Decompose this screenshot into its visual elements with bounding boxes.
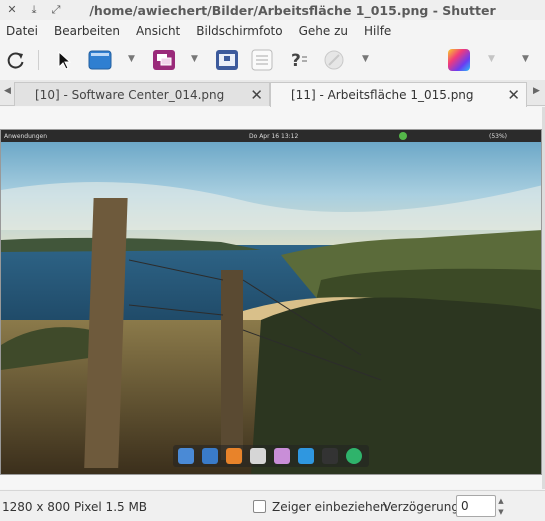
menu-bearbeiten[interactable]: Bearbeiten [54, 24, 120, 38]
list-icon [251, 49, 273, 71]
help-capture-button[interactable]: ? [286, 48, 310, 72]
dock-download-icon [298, 448, 314, 464]
tooltip-capture-button[interactable] [250, 48, 274, 72]
dock-app-icon [178, 448, 194, 464]
include-cursor-checkbox[interactable] [253, 500, 266, 513]
selection-cursor-icon [58, 50, 72, 70]
menu-capture-button[interactable] [215, 48, 239, 72]
desktop-capture-button[interactable] [88, 48, 112, 72]
tab-arbeitsflaeche[interactable]: [11] - Arbeitsfläche 1_015.png ✕ [270, 82, 527, 107]
delay-label: Verzögerung: [383, 500, 464, 514]
svg-text:?: ? [291, 51, 301, 71]
more-dropdown-icon[interactable]: ▼ [522, 54, 529, 64]
menu-gehe-zu[interactable]: Gehe zu [299, 24, 348, 38]
edit-palette-icon [448, 49, 470, 71]
refresh-icon [7, 52, 24, 69]
dock-update-icon [346, 448, 362, 464]
window-title: /home/awiechert/Bilder/Arbeitsfläche 1_0… [89, 2, 496, 18]
selection-button[interactable] [52, 48, 76, 72]
desktop-screen-icon [88, 50, 112, 70]
dock-files-icon [274, 448, 290, 464]
delay-value: 0 [461, 499, 469, 513]
spin-down-icon[interactable]: ▼ [498, 508, 503, 516]
status-bar: 1280 x 800 Pixel 1.5 MB Zeiger einbezieh… [0, 490, 545, 521]
minimize-window-icon[interactable]: ⤓ [28, 3, 40, 17]
image-viewer[interactable]: Anwendungen Do Apr 16 13:12 (53%) [0, 107, 545, 489]
window-capture-icon [153, 50, 175, 70]
screenshot-preview: Anwendungen Do Apr 16 13:12 (53%) [0, 129, 542, 475]
tooltip-question-icon: ? [291, 51, 307, 71]
image-size-info: 1280 x 800 Pixel 1.5 MB [2, 500, 148, 514]
window-capture-dropdown-icon[interactable]: ▼ [191, 54, 198, 64]
dock-browser-icon [226, 448, 242, 464]
landscape-image [1, 130, 541, 474]
toolbar-separator [38, 50, 39, 70]
tab-software-center[interactable]: [10] - Software Center_014.png ✕ [14, 82, 270, 106]
edit-button[interactable] [447, 48, 471, 72]
disabled-tool-button[interactable] [322, 48, 346, 72]
tab-scroll-left-icon[interactable]: ◀ [4, 86, 11, 96]
menu-capture-icon [216, 50, 238, 70]
menu-datei[interactable]: Datei [6, 24, 38, 38]
tab-label: [10] - Software Center_014.png [35, 87, 225, 102]
panel-status-icon [399, 132, 407, 140]
menu-bar: Datei Bearbeiten Ansicht Bildschirmfoto … [0, 20, 545, 42]
menu-ansicht[interactable]: Ansicht [136, 24, 180, 38]
desktop-top-panel: Anwendungen Do Apr 16 13:12 (53%) [1, 130, 541, 142]
include-cursor-label[interactable]: Zeiger einbeziehen [272, 500, 388, 514]
dock-terminal-icon [322, 448, 338, 464]
disabled-circle-icon [324, 50, 344, 70]
close-icon[interactable]: ✕ [250, 86, 263, 104]
dock-software-icon [250, 448, 266, 464]
tab-label: [11] - Arbeitsfläche 1_015.png [291, 88, 474, 102]
window-capture-button[interactable] [152, 48, 176, 72]
panel-clock-label: Do Apr 16 13:12 [249, 132, 299, 140]
spin-up-icon[interactable]: ▲ [498, 497, 503, 505]
tab-bar: ◀ [10] - Software Center_014.png ✕ [11] … [0, 80, 545, 107]
delay-spinbox-buttons[interactable]: ▲ ▼ [496, 495, 506, 517]
export-disabled-icon: ▼ [488, 54, 495, 64]
desktop-capture-dropdown-icon[interactable]: ▼ [128, 54, 135, 64]
maximize-window-icon[interactable]: ⤢ [50, 3, 62, 17]
tab-scroll-right-icon[interactable]: ▶ [533, 86, 540, 96]
delay-spinbox[interactable]: 0 [456, 495, 496, 517]
close-window-icon[interactable]: ✕ [6, 3, 18, 17]
menu-hilfe[interactable]: Hilfe [364, 24, 391, 38]
disabled-tool-dropdown-icon[interactable]: ▼ [362, 54, 369, 64]
dock-mail-icon [202, 448, 218, 464]
panel-battery-label: (53%) [489, 132, 508, 140]
refresh-button[interactable] [4, 48, 28, 72]
menu-bildschirmfoto[interactable]: Bildschirmfoto [196, 24, 282, 38]
toolbar: ▼ ▼ ? ▼ ▼ ▼ [0, 42, 545, 78]
close-icon[interactable]: ✕ [507, 86, 520, 104]
panel-applications-label: Anwendungen [4, 132, 48, 140]
title-bar: ✕ ⤓ ⤢ /home/awiechert/Bilder/Arbeitsfläc… [0, 0, 545, 20]
shutter-window: ✕ ⤓ ⤢ /home/awiechert/Bilder/Arbeitsfläc… [0, 0, 545, 521]
